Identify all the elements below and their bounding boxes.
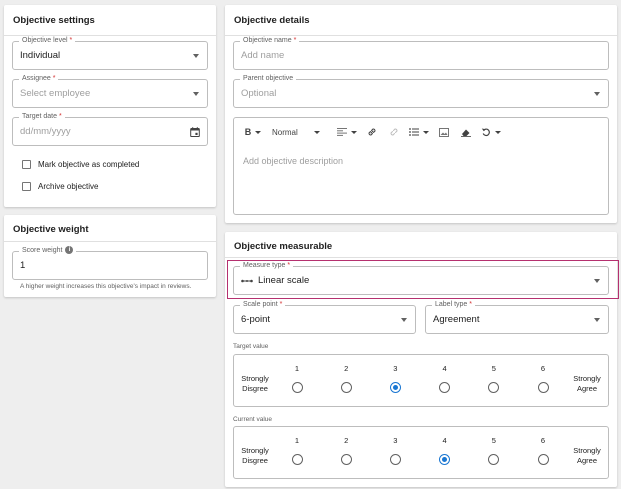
scale-point-number: 1 — [294, 436, 300, 445]
divider — [225, 257, 617, 258]
field-value: 6-point — [241, 314, 271, 325]
score-weight-input[interactable]: Score weight i 1 — [12, 246, 208, 280]
clear-format-button[interactable] — [456, 125, 476, 139]
objective-level-select[interactable]: Objective level * Individual — [12, 36, 208, 70]
image-icon — [439, 127, 449, 137]
field-placeholder: Add name — [241, 50, 285, 61]
field-value: Agreement — [433, 314, 480, 325]
current-value-scale: Strongly Disgree Strongly Agree 1 2 3 4 5 6 — [233, 426, 609, 479]
card-title: Objective settings — [13, 15, 95, 26]
text-style-select[interactable]: Normal — [272, 125, 332, 139]
target-date-input[interactable]: Target date * dd/mm/yyyy — [12, 112, 208, 146]
chevron-down-icon — [594, 317, 600, 322]
list-button[interactable] — [406, 125, 432, 139]
current-value-label: Current value — [233, 416, 273, 423]
card-title: Objective measurable — [234, 241, 333, 252]
checkbox-box[interactable] — [22, 182, 31, 191]
description-editor[interactable]: B Normal Add objective description — [233, 117, 609, 215]
archive-checkbox[interactable]: Archive objective — [22, 182, 98, 191]
editor-toolbar: B Normal — [240, 124, 504, 140]
objective-weight-card: Objective weight Score weight i 1 A highe… — [4, 215, 216, 297]
field-placeholder: Select employee — [20, 88, 91, 99]
align-left-icon — [337, 128, 347, 136]
field-value: Linear scale — [241, 267, 309, 294]
checkbox-label: Mark objective as completed — [38, 160, 140, 169]
eraser-icon — [461, 129, 471, 137]
bold-button[interactable]: B — [240, 125, 266, 139]
field-label: Score weight i — [19, 246, 77, 256]
target-value-scale: Strongly Disgree Strongly Agree 1 2 3 4 5 6 — [233, 354, 609, 407]
linear-scale-icon — [241, 279, 253, 282]
assignee-select[interactable]: Assignee * Select employee — [12, 74, 208, 108]
description-placeholder: Add objective description — [243, 156, 344, 166]
scale-radio-4[interactable] — [439, 382, 451, 393]
objective-details-card: Objective details Objective name * Add n… — [225, 5, 617, 223]
link-button[interactable] — [362, 125, 382, 139]
scale-point-number: 6 — [540, 436, 546, 445]
image-button[interactable] — [434, 125, 454, 139]
label-type-select[interactable]: Label type * Agreement — [425, 300, 609, 334]
scale-point-number: 3 — [393, 436, 398, 445]
scale-radio-2[interactable] — [340, 382, 352, 393]
scale-point-number: 5 — [491, 364, 496, 373]
measure-type-select[interactable]: Measure type * Linear scale — [233, 261, 609, 295]
field-placeholder: dd/mm/yyyy — [20, 126, 71, 137]
scale-point-select[interactable]: Scale point * 6-point — [233, 300, 416, 334]
link-icon — [368, 128, 376, 136]
card-title: Objective details — [234, 15, 310, 26]
bulleted-list-icon — [409, 128, 419, 136]
objective-name-input[interactable]: Objective name * Add name — [233, 36, 609, 70]
objective-measurable-card: Objective measurable Measure type * Line… — [225, 232, 619, 487]
scale-low-label: Strongly Disgree — [241, 446, 269, 465]
field-value: 1 — [20, 260, 26, 271]
parent-objective-select[interactable]: Parent objective Optional — [233, 74, 609, 108]
scale-radio-6[interactable] — [537, 454, 549, 465]
checkbox-box[interactable] — [22, 160, 31, 169]
helper-text: A higher weight increases this objective… — [20, 283, 192, 290]
card-title: Objective weight — [13, 224, 89, 235]
scale-radio-3[interactable] — [389, 454, 401, 465]
undo-button[interactable] — [478, 125, 504, 139]
align-button[interactable] — [334, 125, 360, 139]
scale-point-number: 1 — [294, 364, 300, 373]
chevron-down-icon — [193, 91, 199, 96]
chevron-down-icon — [401, 317, 407, 322]
scale-high-label: Strongly Agree — [573, 446, 601, 465]
field-value: Individual — [20, 50, 61, 61]
chevron-down-icon — [193, 53, 199, 58]
scale-point-number: 5 — [491, 436, 496, 445]
scale-low-label: Strongly Disgree — [241, 374, 269, 393]
scale-radio-1[interactable] — [291, 454, 303, 465]
scale-point-number: 4 — [442, 364, 447, 373]
scale-point-number: 3 — [393, 364, 398, 373]
checkbox-label: Archive objective — [38, 182, 99, 191]
target-value-label: Target value — [233, 343, 269, 350]
objective-settings-card: Objective settings Objective level * Ind… — [4, 5, 216, 207]
unlink-button[interactable] — [384, 125, 404, 139]
scale-radio-5[interactable] — [488, 382, 500, 393]
scale-point-number: 6 — [540, 364, 546, 373]
chevron-down-icon — [594, 91, 600, 96]
scale-radio-5[interactable] — [488, 454, 500, 465]
undo-icon — [481, 128, 490, 137]
scale-high-label: Strongly Agree — [573, 374, 601, 393]
scale-point-number: 2 — [344, 364, 349, 373]
scale-point-number: 2 — [344, 436, 349, 445]
mark-completed-checkbox[interactable]: Mark objective as completed — [22, 160, 139, 169]
field-placeholder: Optional — [241, 88, 277, 99]
scale-radio-1[interactable] — [291, 382, 303, 393]
scale-radio-6[interactable] — [537, 382, 549, 393]
chevron-down-icon — [594, 278, 600, 283]
divider — [4, 241, 216, 242]
info-icon[interactable]: i — [65, 246, 74, 255]
scale-point-number: 4 — [442, 436, 447, 445]
scale-radio-2[interactable] — [340, 454, 352, 465]
scale-radio-4[interactable] — [439, 454, 451, 465]
unlink-icon — [390, 128, 398, 136]
calendar-icon[interactable] — [190, 126, 200, 137]
scale-radio-3[interactable] — [389, 382, 401, 393]
